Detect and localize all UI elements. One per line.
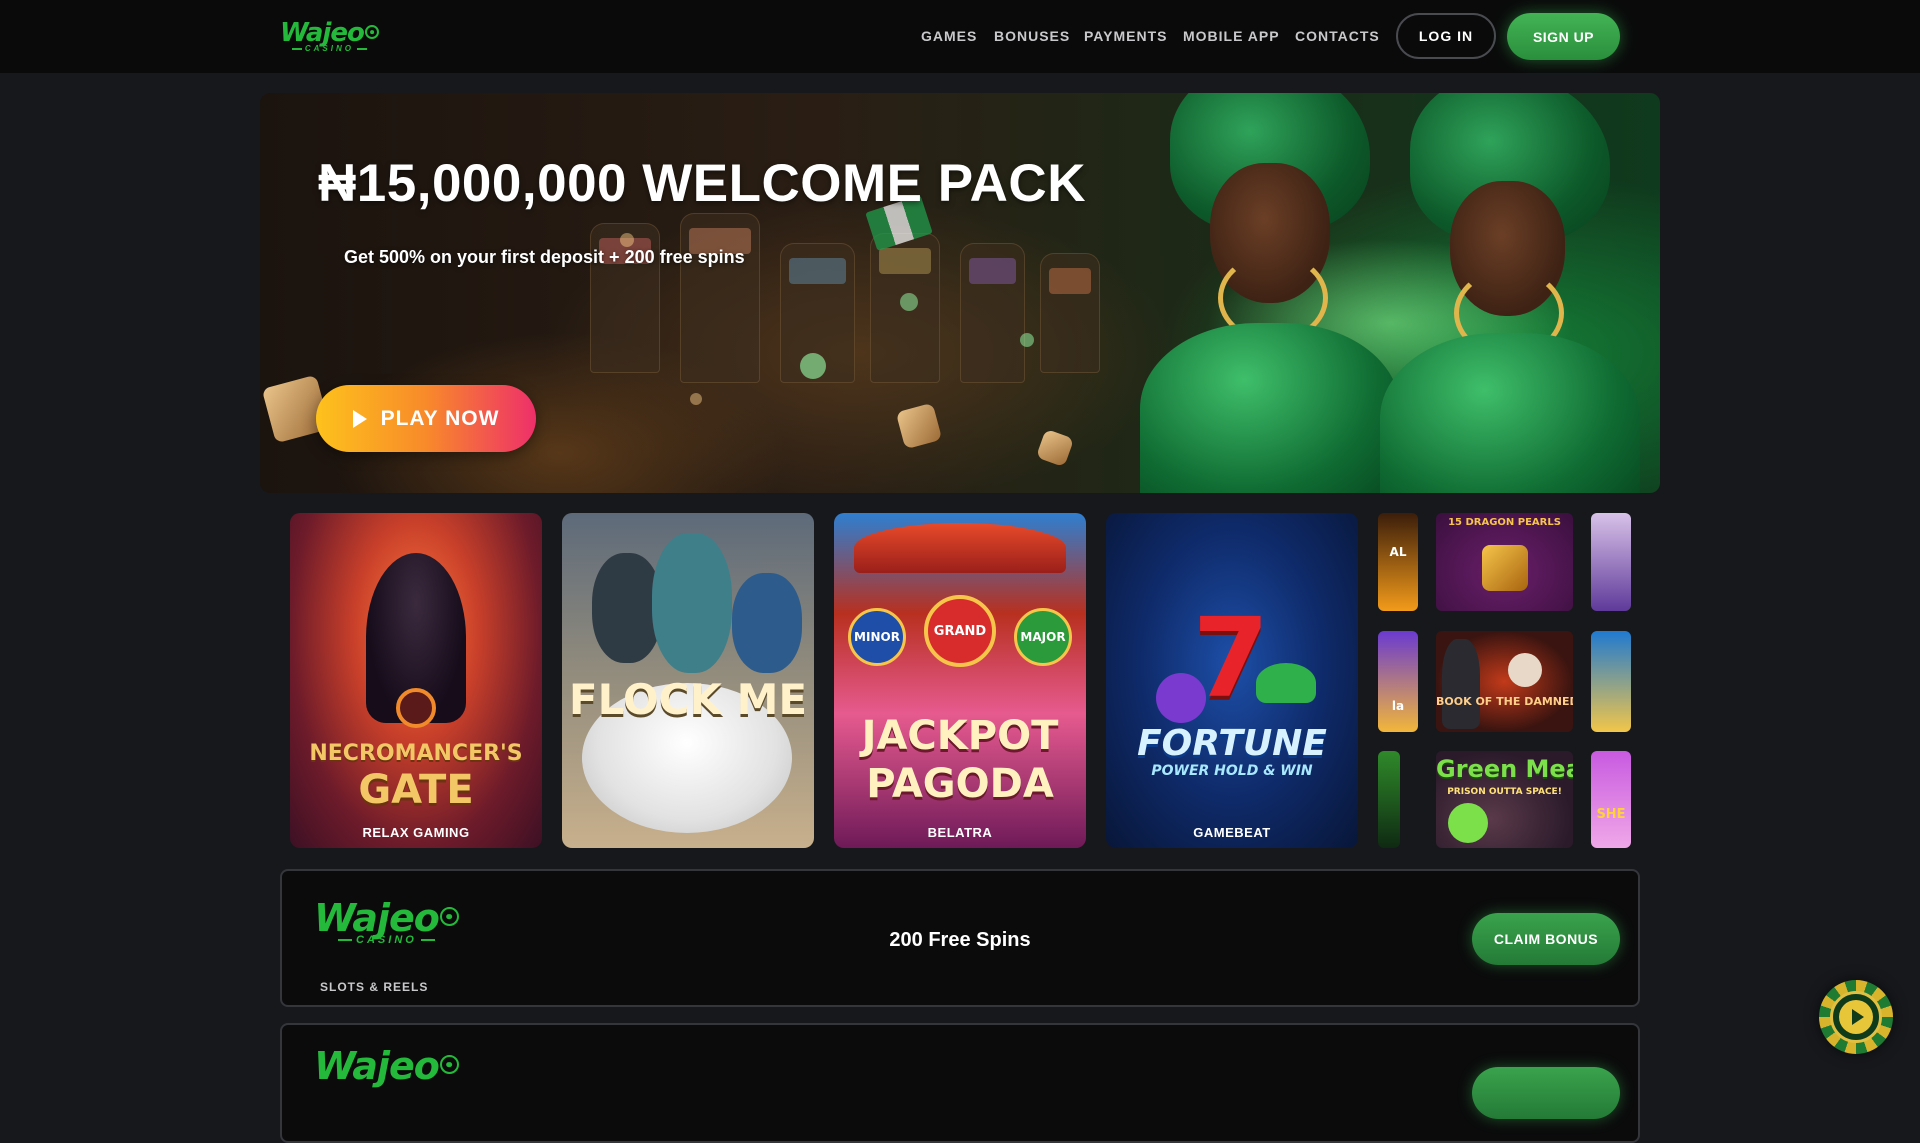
claim-bonus-button[interactable] — [1472, 1067, 1620, 1119]
jackpot-major-badge: MAJOR — [1014, 608, 1072, 666]
game-provider: BELATRA — [927, 825, 993, 840]
skull-icon — [1508, 653, 1542, 687]
game-provider: GAMEBEAT — [1193, 825, 1271, 840]
melon-icon — [1256, 663, 1316, 703]
logo-wordmark: Wajeo — [314, 1044, 440, 1088]
slot-machine-image — [1040, 253, 1100, 373]
chip-icon — [364, 25, 379, 39]
alien-character-image — [1448, 803, 1488, 843]
mini-game-tile[interactable]: SHE — [1591, 751, 1631, 848]
gate-emblem-icon — [396, 688, 436, 728]
dragon-emblem-icon — [1482, 545, 1528, 591]
site-header: Wajeo CASINO GAMES BONUSES PAYMENTS MOBI… — [0, 0, 1920, 73]
claim-bonus-button[interactable]: CLAIM BONUS — [1472, 913, 1620, 965]
bonus-offer: 200 Free Spins — [889, 929, 1031, 951]
bonus-card: Wajeo — [280, 1023, 1640, 1143]
play-icon — [352, 409, 367, 428]
mini-game-tile[interactable] — [1591, 513, 1631, 611]
hero-subtitle: Get 500% on your first deposit + 200 fre… — [344, 247, 745, 267]
jackpot-grand-badge: GRAND — [924, 595, 996, 667]
casino-logo: Wajeo — [314, 1047, 459, 1085]
bokeh-light — [800, 353, 826, 379]
play-now-button[interactable]: PLAY NOW — [316, 385, 536, 452]
game-title-line2: GATE — [358, 767, 474, 813]
game-title: FORTUNE — [1137, 723, 1327, 764]
game-title-line2: PAGODA — [866, 761, 1054, 807]
bird-character-image — [652, 533, 732, 673]
game-tile-jackpot-pagoda[interactable]: MINOR GRAND MAJOR JACKPOT PAGODA BELATRA — [834, 513, 1086, 848]
mini-game-tile[interactable]: la — [1378, 631, 1418, 732]
game-subtitle: POWER HOLD & WIN — [1151, 763, 1313, 779]
nav-mobile-app[interactable]: MOBILE APP — [1183, 28, 1280, 44]
bokeh-light — [1020, 333, 1034, 347]
dice-image — [1035, 428, 1075, 468]
bokeh-light — [620, 233, 634, 247]
mini-game-tile[interactable] — [1591, 631, 1631, 732]
nav-games[interactable]: GAMES — [921, 28, 977, 44]
mini-game-tile-green-meanies[interactable]: Green Meanies PRISON OUTTA SPACE! — [1436, 751, 1573, 848]
woman-left-image — [1140, 93, 1400, 493]
pagoda-roof-image — [854, 523, 1066, 573]
mini-game-tile[interactable]: AL — [1378, 513, 1418, 611]
game-tile-necromancers-gate[interactable]: NECROMANCER'S GATE RELAX GAMING — [290, 513, 542, 848]
game-title: FLOCK ME — [568, 675, 808, 724]
game-provider: RELAX GAMING — [362, 825, 470, 840]
logo-subtitle: CASINO — [280, 44, 379, 53]
mini-game-tile[interactable] — [1378, 751, 1400, 848]
game-tile-fortune[interactable]: 7 FORTUNE POWER HOLD & WIN GAMEBEAT — [1106, 513, 1358, 848]
casino-logo[interactable]: Wajeo CASINO — [280, 20, 379, 53]
signup-button[interactable]: SIGN UP — [1507, 13, 1620, 60]
hero-title: ₦15,000,000 WELCOME PACK — [318, 154, 1086, 213]
bonus-card: Wajeo CASINO SLOTS & REELS 200 Free Spin… — [280, 869, 1640, 1007]
mini-game-tile-15-dragon-pearls[interactable]: 15 DRAGON PEARLS — [1436, 513, 1573, 611]
slot-machine-image — [960, 243, 1025, 383]
slot-machine-image — [680, 213, 760, 383]
play-now-label: PLAY NOW — [380, 406, 500, 430]
woman-right-image — [1380, 93, 1640, 493]
nav-bonuses[interactable]: BONUSES — [994, 28, 1070, 44]
play-icon — [1852, 1009, 1864, 1025]
grapes-icon — [1156, 673, 1206, 723]
chip-icon — [439, 1055, 459, 1074]
game-title: JACKPOT — [861, 713, 1059, 759]
hero-character-image — [1442, 639, 1480, 729]
hero-banner[interactable]: ₦15,000,000 WELCOME PACK Get 500% on you… — [260, 93, 1660, 493]
bokeh-light — [690, 393, 702, 405]
nav-payments[interactable]: PAYMENTS — [1084, 28, 1167, 44]
game-tile-flock-me[interactable]: FLOCK ME — [562, 513, 814, 848]
play-chip-icon[interactable] — [1819, 980, 1893, 1054]
game-title: NECROMANCER'S — [309, 741, 523, 766]
dice-image — [895, 402, 943, 450]
nav-contacts[interactable]: CONTACTS — [1295, 28, 1380, 44]
bird-character-image — [732, 573, 802, 673]
login-button[interactable]: LOG IN — [1396, 13, 1496, 59]
bokeh-light — [900, 293, 918, 311]
jackpot-minor-badge: MINOR — [848, 608, 906, 666]
chip-icon — [439, 907, 459, 926]
bonus-category: SLOTS & REELS — [320, 980, 429, 994]
mini-game-tile-book-of-the-damned[interactable]: BOOK OF THE DAMNED — [1436, 631, 1573, 732]
